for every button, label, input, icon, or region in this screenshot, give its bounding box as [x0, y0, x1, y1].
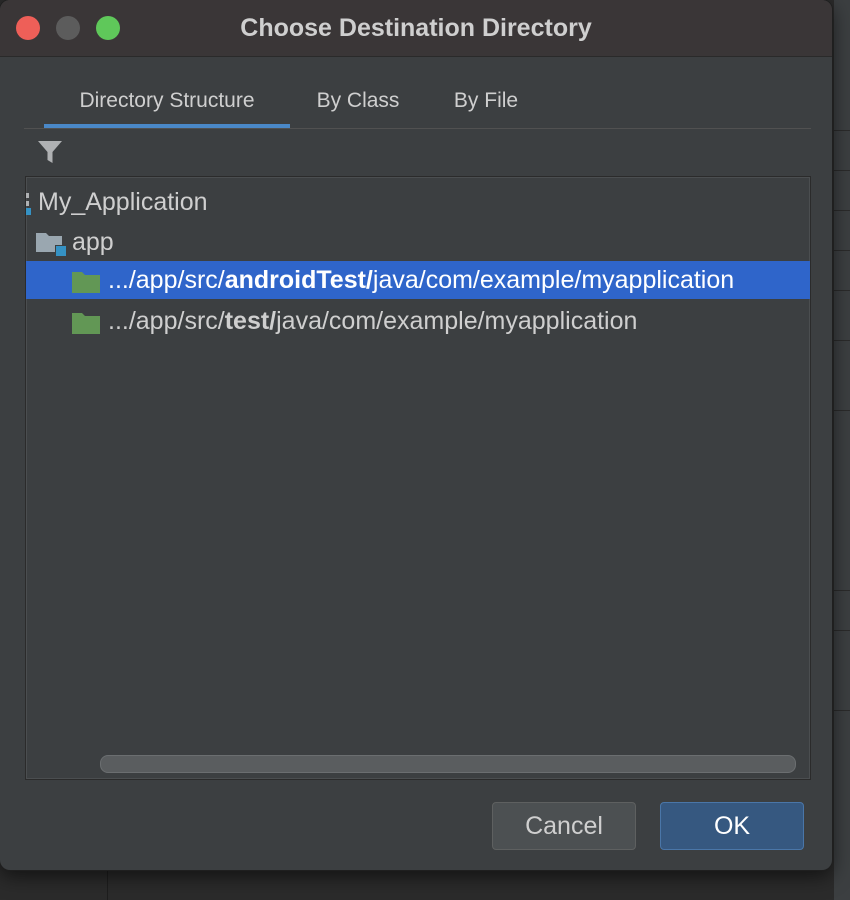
- tab-by-class[interactable]: By Class: [290, 76, 426, 126]
- test-folder-icon: [72, 268, 102, 306]
- tree-item-android-test[interactable]: .../app/src/androidTest/java/com/example…: [26, 261, 810, 299]
- tab-bar: Directory Structure By Class By File: [24, 76, 811, 129]
- tree-item-label: app: [72, 228, 114, 256]
- background-panel: [834, 0, 850, 900]
- tab-by-file[interactable]: By File: [434, 76, 538, 126]
- ok-button[interactable]: OK: [660, 802, 804, 850]
- tab-directory-structure[interactable]: Directory Structure: [44, 76, 290, 128]
- dialog-title: Choose Destination Directory: [240, 14, 592, 42]
- horizontal-scrollbar[interactable]: [100, 755, 796, 773]
- background-divider: [107, 868, 108, 900]
- tree-item-test[interactable]: .../app/src/test/java/com/example/myappl…: [26, 302, 810, 340]
- tree-item-label: .../app/src/test/java/com/example/myappl…: [108, 307, 638, 335]
- cancel-button[interactable]: Cancel: [492, 802, 636, 850]
- tree-item-app[interactable]: app: [26, 223, 810, 261]
- choose-destination-dialog: Choose Destination Directory Directory S…: [0, 0, 832, 870]
- filter-icon[interactable]: [36, 138, 64, 166]
- tree-item-label: My_Application: [38, 188, 208, 216]
- title-bar: Choose Destination Directory: [0, 0, 832, 57]
- test-folder-icon: [72, 309, 102, 347]
- tree-item-my-application[interactable]: My_Application: [26, 183, 810, 221]
- tree-item-label: .../app/src/androidTest/java/com/example…: [108, 266, 735, 294]
- directory-tree[interactable]: My_Application app .../app/src/androidTe…: [25, 176, 811, 780]
